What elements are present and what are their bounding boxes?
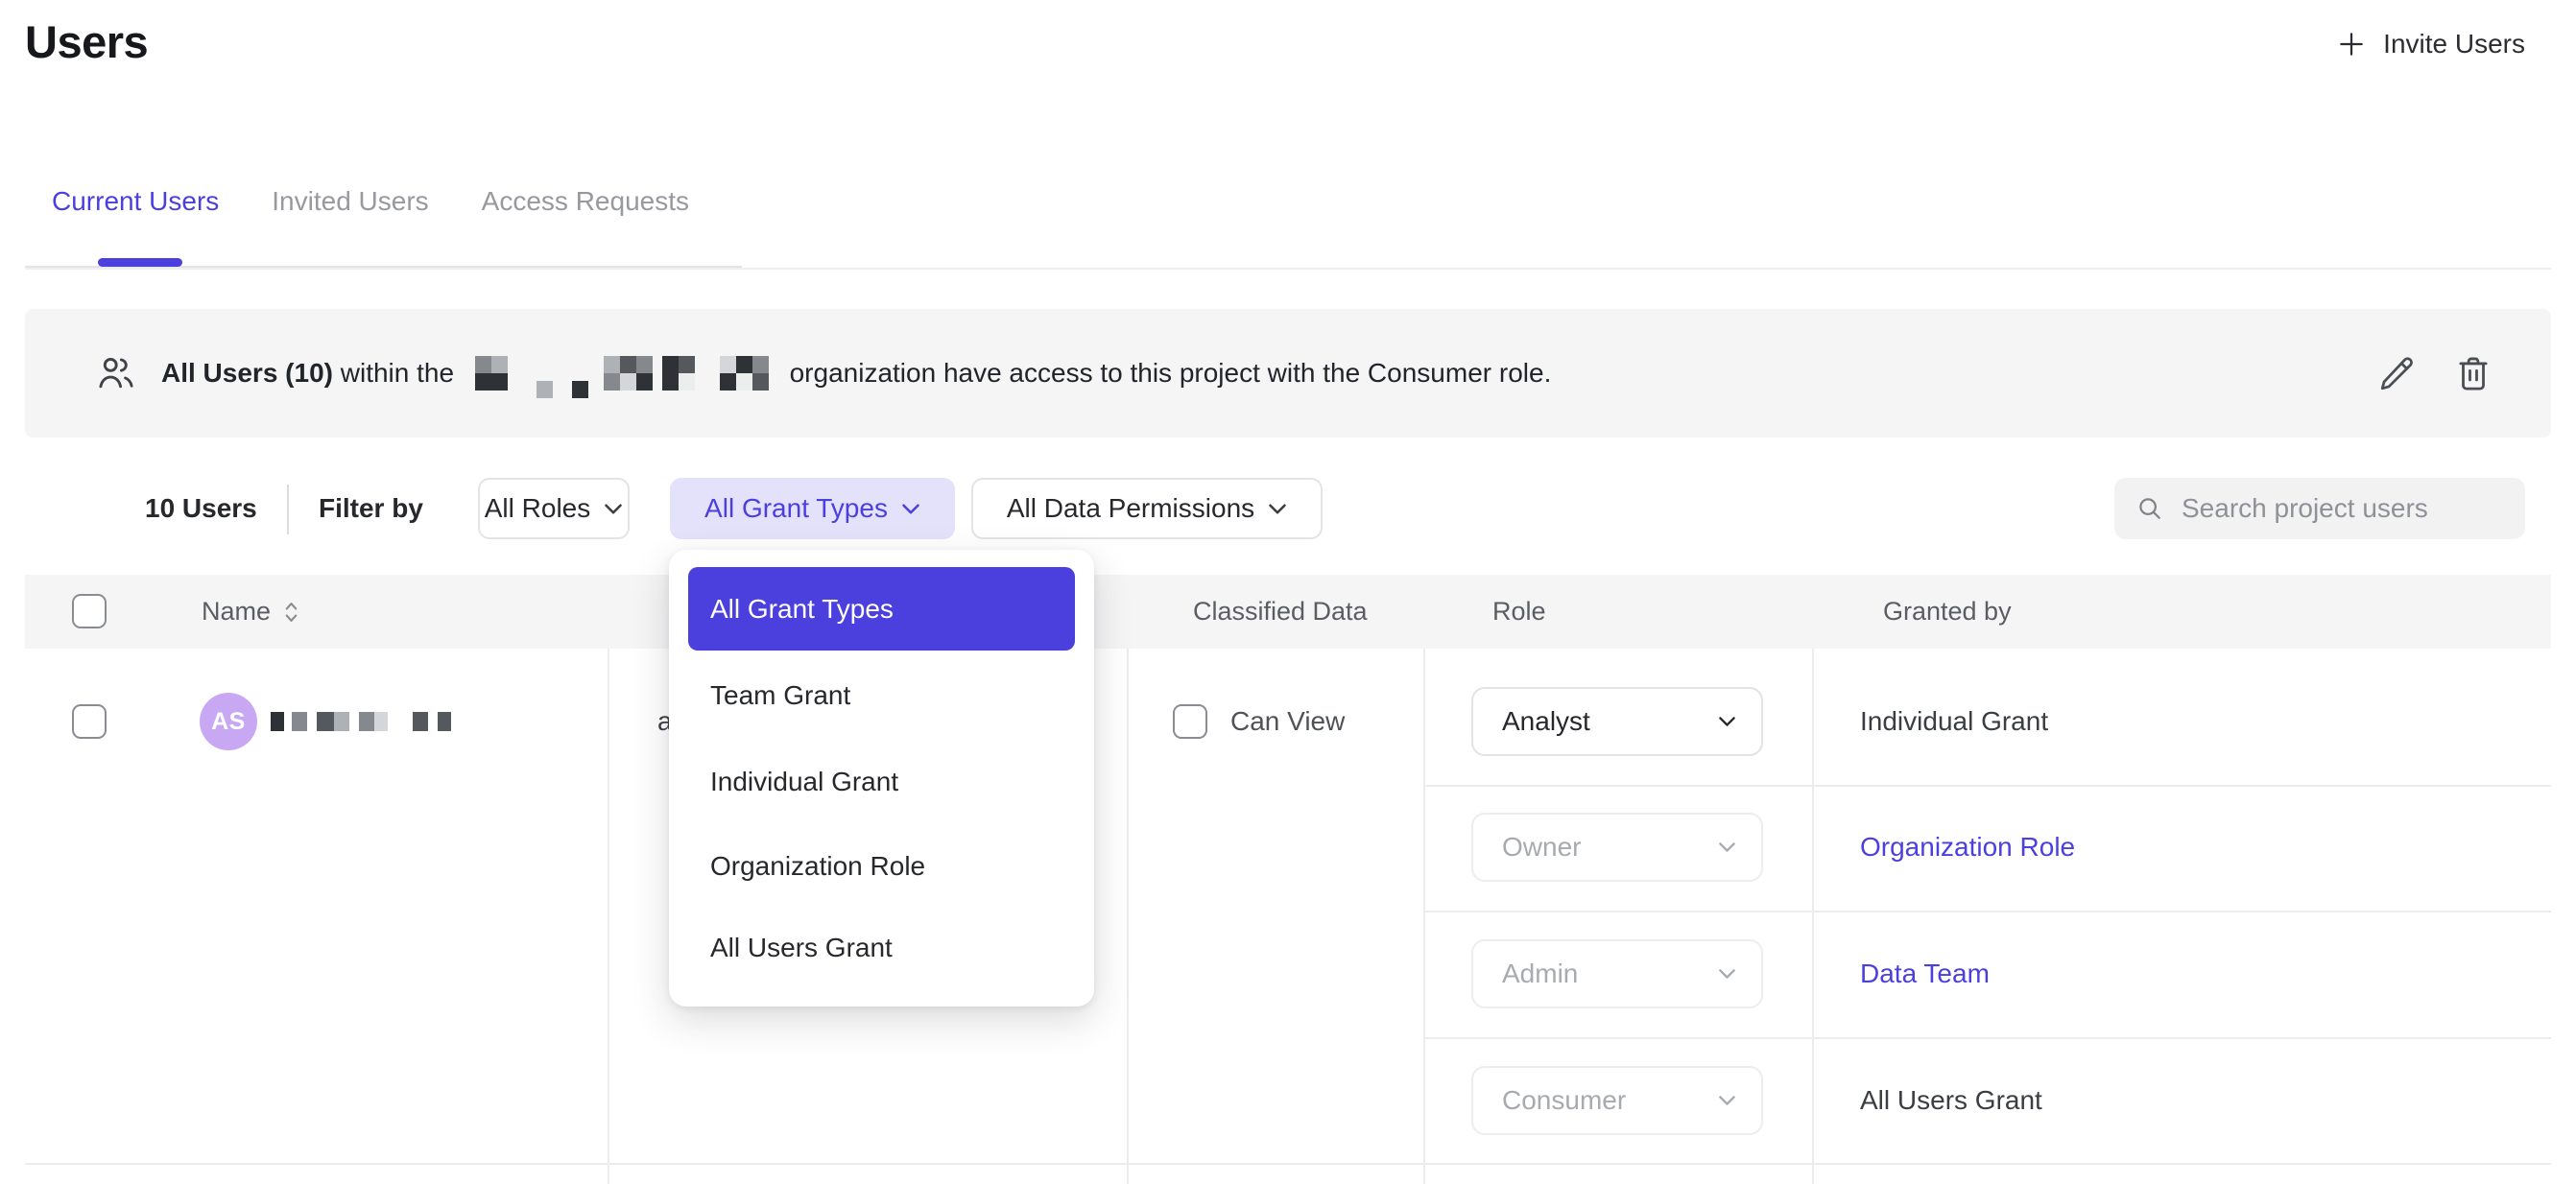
column-header-role[interactable]: Role: [1492, 575, 1546, 649]
grant-row-divider: [1423, 785, 2551, 787]
dropdown-option-organization-role[interactable]: Organization Role: [669, 837, 1094, 896]
banner-bold-text: All Users (10): [161, 358, 333, 389]
column-header-classified-data[interactable]: Classified Data: [1193, 575, 1368, 649]
row-divider: [25, 1163, 2551, 1165]
role-select-value: Owner: [1502, 832, 1581, 863]
page-divider: [25, 268, 2551, 270]
banner-text-after-org: organization have access to this project…: [782, 358, 1552, 389]
delete-banner-button[interactable]: [2453, 353, 2493, 393]
edit-banner-button[interactable]: [2376, 352, 2419, 394]
search-icon: [2135, 494, 2164, 523]
granted-by-value: Individual Grant: [1860, 705, 2048, 738]
column-divider: [1127, 649, 1129, 1184]
dropdown-option-all-grant-types[interactable]: All Grant Types: [688, 567, 1075, 651]
invite-users-button[interactable]: Invite Users: [2336, 29, 2525, 59]
avatar: AS: [200, 693, 257, 750]
chevron-down-icon: [1718, 968, 1736, 980]
user-count: 10 Users: [145, 478, 257, 539]
column-header-granted-by[interactable]: Granted by: [1883, 575, 2012, 649]
column-header-name[interactable]: Name: [202, 575, 271, 649]
granted-by-link[interactable]: Organization Role: [1860, 831, 2075, 864]
tabs: Current Users Invited Users Access Reque…: [52, 184, 689, 219]
users-page: Users Invite Users Current Users Invited…: [0, 0, 2576, 1184]
plus-icon: [2336, 29, 2367, 59]
chevron-down-icon: [901, 503, 920, 515]
table-header: Name Email Classified Data Role Granted …: [25, 575, 2551, 649]
banner-text: All Users (10) within the organization h…: [161, 356, 1551, 391]
search-project-users: [2114, 478, 2525, 539]
dropdown-option-team-grant[interactable]: Team Grant: [669, 666, 1094, 725]
tab-access-requests[interactable]: Access Requests: [482, 184, 689, 219]
role-select-admin[interactable]: Admin: [1471, 939, 1763, 1008]
column-divider: [1423, 649, 1425, 1184]
row-checkbox[interactable]: [72, 704, 107, 739]
role-select-value: Analyst: [1502, 706, 1590, 737]
redacted-org-name: [475, 356, 769, 391]
active-tab-indicator: [98, 258, 182, 267]
filter-all-grant-types-label: All Grant Types: [704, 493, 888, 524]
dropdown-option-all-users-grant[interactable]: All Users Grant: [669, 918, 1094, 978]
role-select-analyst[interactable]: Analyst: [1471, 687, 1763, 756]
select-all-checkbox[interactable]: [72, 594, 107, 628]
filter-all-grant-types[interactable]: All Grant Types: [670, 478, 955, 539]
users-group-icon: [94, 351, 138, 395]
avatar-initials: AS: [211, 708, 246, 736]
role-select-value: Admin: [1502, 959, 1578, 989]
column-divider: [608, 649, 609, 1184]
pencil-icon: [2376, 352, 2419, 394]
sort-icon[interactable]: [284, 600, 298, 625]
filter-all-data-permissions[interactable]: All Data Permissions: [971, 478, 1323, 539]
role-select-owner[interactable]: Owner: [1471, 813, 1763, 882]
filter-bar-divider: [287, 485, 289, 534]
column-divider: [1812, 649, 1814, 1184]
tab-invited-users[interactable]: Invited Users: [272, 184, 428, 219]
chevron-down-icon: [604, 503, 623, 515]
role-select-consumer[interactable]: Consumer: [1471, 1066, 1763, 1135]
invite-users-label: Invite Users: [2383, 29, 2525, 59]
chevron-down-icon: [1718, 716, 1736, 727]
search-input[interactable]: [2182, 493, 2504, 524]
filter-all-data-permissions-label: All Data Permissions: [1007, 493, 1254, 524]
granted-by-value: All Users Grant: [1860, 1084, 2042, 1117]
page-title: Users: [25, 15, 148, 68]
grant-type-dropdown-menu: All Grant Types Team Grant Individual Gr…: [669, 550, 1094, 1006]
can-view-label: Can View: [1230, 705, 1345, 738]
all-users-banner: All Users (10) within the organization h…: [25, 309, 2551, 438]
chevron-down-icon: [1718, 841, 1736, 853]
redacted-user-name: [271, 712, 451, 731]
chevron-down-icon: [1718, 1095, 1736, 1106]
dropdown-option-individual-grant[interactable]: Individual Grant: [669, 752, 1094, 812]
chevron-down-icon: [1268, 503, 1287, 515]
role-select-value: Consumer: [1502, 1085, 1626, 1116]
can-view-checkbox[interactable]: [1173, 704, 1207, 739]
grant-row-divider: [1423, 1037, 2551, 1039]
granted-by-link[interactable]: Data Team: [1860, 958, 1990, 990]
filter-all-roles-label: All Roles: [485, 493, 590, 524]
filter-by-label: Filter by: [319, 478, 423, 539]
trash-icon: [2453, 353, 2493, 393]
banner-text-before-org: within the: [333, 358, 462, 389]
grant-row-divider: [1423, 911, 2551, 912]
tab-current-users[interactable]: Current Users: [52, 184, 219, 219]
filter-all-roles[interactable]: All Roles: [478, 478, 630, 539]
